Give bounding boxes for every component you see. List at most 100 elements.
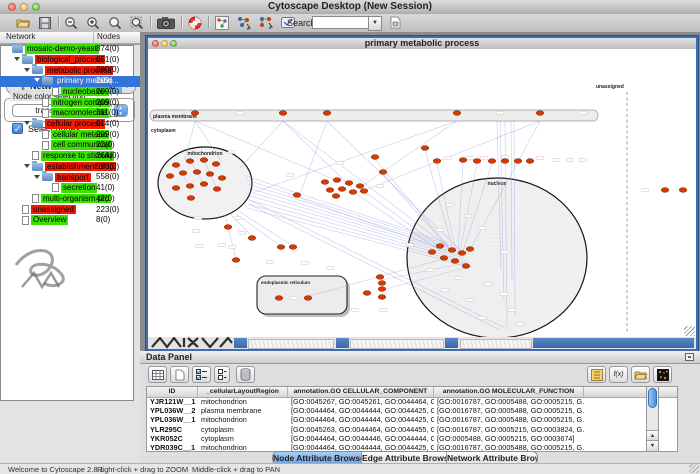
unselect-attributes-icon[interactable] bbox=[214, 366, 230, 383]
tree-row[interactable]: transport558(0) bbox=[0, 172, 134, 183]
search-config-icon[interactable] bbox=[386, 15, 404, 30]
network-node[interactable] bbox=[440, 256, 448, 261]
network-node[interactable] bbox=[218, 176, 226, 181]
network-node[interactable] bbox=[661, 188, 669, 193]
table-cell[interactable]: [GO:0044464, GO:0044444, GO:0044425, G..… bbox=[288, 406, 434, 415]
layout-b-icon[interactable] bbox=[257, 15, 275, 30]
zoom-out-icon[interactable] bbox=[62, 15, 80, 30]
table-cell[interactable]: [GO:0016787, GO:0005488, GO:0005215, G..… bbox=[434, 415, 584, 424]
zoom-fit-icon[interactable] bbox=[128, 15, 146, 30]
network-node[interactable] bbox=[436, 244, 444, 249]
network-node[interactable] bbox=[363, 291, 371, 296]
network-node[interactable] bbox=[462, 264, 470, 269]
table-cell[interactable]: mitochondrion bbox=[198, 397, 288, 406]
table-cell[interactable]: plasma membrane bbox=[198, 406, 288, 415]
network-node[interactable] bbox=[428, 250, 436, 255]
network-node[interactable] bbox=[187, 196, 195, 201]
network-box-icon[interactable] bbox=[213, 15, 231, 30]
network-node[interactable] bbox=[378, 281, 386, 286]
network-node[interactable] bbox=[333, 178, 341, 183]
table-cell[interactable]: YLR295C bbox=[147, 425, 198, 434]
table-column-header[interactable]: annotation.GO CELLULAR_COMPONENT bbox=[288, 387, 434, 397]
network-node[interactable] bbox=[371, 155, 379, 160]
network-node[interactable] bbox=[289, 245, 297, 250]
network-node[interactable] bbox=[166, 174, 174, 179]
tree-row[interactable]: cellular process614(0) bbox=[0, 119, 134, 130]
attribute-table[interactable]: ID_cellularLayoutRegionannotation.GO CEL… bbox=[146, 386, 678, 452]
network-node[interactable] bbox=[433, 159, 441, 164]
network-node[interactable] bbox=[378, 295, 386, 300]
tree-row[interactable]: cellular metabo209(0) bbox=[0, 130, 134, 141]
network-node[interactable] bbox=[453, 111, 461, 116]
table-cell[interactable]: [GO:0045267, GO:0045261, GO:0044464, G..… bbox=[288, 397, 434, 406]
table-cell[interactable]: [GO:0016787, GO:0005488, GO:0005215, G..… bbox=[434, 397, 584, 406]
expand-arrow-icon[interactable] bbox=[34, 175, 40, 179]
network-node[interactable] bbox=[514, 159, 522, 164]
table-cell[interactable]: cytoplasm bbox=[198, 425, 288, 434]
network-node[interactable] bbox=[360, 189, 368, 194]
table-column-header[interactable]: ID bbox=[147, 387, 198, 397]
zoom-in-icon[interactable] bbox=[84, 15, 102, 30]
network-node[interactable] bbox=[501, 159, 509, 164]
table-cell[interactable]: cytoplasm bbox=[198, 434, 288, 443]
tree-row[interactable]: multi-organism pro42(0) bbox=[0, 194, 134, 205]
network-node[interactable] bbox=[172, 163, 180, 168]
float-panel-icon[interactable] bbox=[685, 353, 694, 361]
network-node[interactable] bbox=[356, 184, 364, 189]
scroll-down-icon[interactable]: ▼ bbox=[647, 440, 658, 451]
frame-resize-grip[interactable] bbox=[684, 326, 695, 336]
network-node[interactable] bbox=[466, 247, 474, 252]
network-node[interactable] bbox=[536, 111, 544, 116]
network-node[interactable] bbox=[421, 146, 429, 151]
table-cell[interactable]: YPL036W__1 bbox=[147, 415, 198, 424]
network-node[interactable] bbox=[212, 162, 220, 167]
tree-row[interactable]: nucleobase-209(0) bbox=[0, 87, 134, 98]
network-node[interactable] bbox=[206, 172, 214, 177]
network-node[interactable] bbox=[232, 258, 240, 263]
expand-arrow-icon[interactable] bbox=[24, 164, 30, 168]
table-cell[interactable]: [GO:0016787, GO:0005488, GO:0005215, G..… bbox=[434, 406, 584, 415]
scrollbar-thumb[interactable] bbox=[648, 388, 657, 408]
network-node[interactable] bbox=[459, 158, 467, 163]
zoom-selected-icon[interactable] bbox=[106, 15, 124, 30]
new-attribute-icon[interactable] bbox=[170, 366, 189, 383]
network-node[interactable] bbox=[224, 225, 232, 230]
network-view-frame[interactable]: primary metabolic process plasma membran… bbox=[146, 36, 698, 351]
network-node[interactable] bbox=[179, 171, 187, 176]
table-cell[interactable]: [GO:0005488, GO:0005215, GO:0003674] bbox=[434, 434, 584, 443]
table-scrollbar[interactable]: ▲ ▼ bbox=[646, 386, 659, 452]
table-cell[interactable]: YPL036W__2 bbox=[147, 406, 198, 415]
tree-row[interactable]: biological_process651(0) bbox=[0, 55, 134, 66]
import-attributes-icon[interactable] bbox=[631, 366, 650, 383]
expand-arrow-icon[interactable] bbox=[24, 68, 30, 72]
network-node[interactable] bbox=[275, 296, 283, 301]
network-node[interactable] bbox=[191, 111, 199, 116]
network-node[interactable] bbox=[279, 111, 287, 116]
open-session-icon[interactable] bbox=[14, 15, 32, 30]
search-dropdown-icon[interactable]: ▼ bbox=[368, 16, 382, 31]
table-cell[interactable]: YDR039C__1 bbox=[147, 443, 198, 452]
attribute-grid-icon[interactable] bbox=[148, 366, 167, 383]
table-column-header[interactable]: annotation.GO MOLECULAR_FUNCTION bbox=[434, 387, 584, 397]
table-cell[interactable]: YJR121W__1 bbox=[147, 397, 198, 406]
network-node[interactable] bbox=[378, 287, 386, 292]
network-node[interactable] bbox=[326, 188, 334, 193]
network-node[interactable] bbox=[379, 170, 387, 175]
network-canvas[interactable]: plasma membranecytoplasmmitochondrionnuc… bbox=[148, 49, 696, 337]
table-cell[interactable]: mitochondrion bbox=[198, 415, 288, 424]
window-resize-grip[interactable] bbox=[689, 464, 699, 473]
network-node[interactable] bbox=[200, 158, 208, 163]
network-node[interactable] bbox=[448, 248, 456, 253]
delete-attribute-icon[interactable] bbox=[236, 366, 255, 383]
layout-a-icon[interactable] bbox=[235, 15, 253, 30]
table-cell[interactable]: [GO:0045263, GO:0044464, GO:0044455, G..… bbox=[288, 425, 434, 434]
network-node[interactable] bbox=[172, 186, 180, 191]
tree-row[interactable]: primary metabo209(... bbox=[0, 76, 134, 87]
network-node[interactable] bbox=[277, 245, 285, 250]
tree-row[interactable]: cell communicat22(0) bbox=[0, 140, 134, 151]
tree-row[interactable]: establishment of lo558(0) bbox=[0, 162, 134, 173]
attribute-matrix-icon[interactable] bbox=[653, 366, 672, 383]
network-node[interactable] bbox=[304, 296, 312, 301]
network-node[interactable] bbox=[349, 190, 357, 195]
network-node[interactable] bbox=[193, 170, 201, 175]
